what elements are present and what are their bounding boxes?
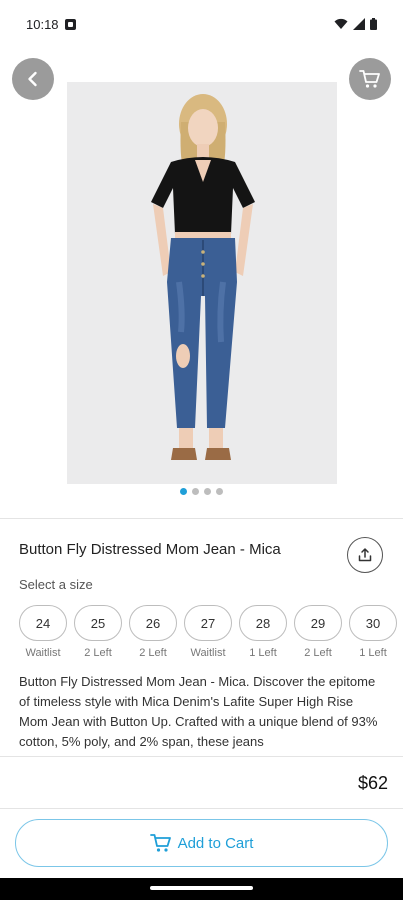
share-button[interactable] [347,537,383,573]
size-option: 25 2 Left [74,605,122,659]
status-left: 10:18 [26,17,76,32]
status-time: 10:18 [26,16,59,32]
carousel-dot[interactable] [204,488,211,495]
battery-icon [370,18,377,30]
system-nav-bar [0,878,403,900]
size-pill-27[interactable]: 27 [184,605,232,641]
size-availability: 1 Left [359,647,387,659]
carousel-dot[interactable] [216,488,223,495]
notification-icon [64,18,76,30]
wifi-icon [334,18,348,29]
product-photo[interactable] [67,82,337,484]
back-button[interactable] [12,58,54,100]
size-pill-25[interactable]: 25 [74,605,122,641]
status-bar: 10:18 [0,0,403,48]
size-availability: 2 Left [84,647,112,659]
size-availability: Waitlist [25,647,61,659]
home-handle[interactable] [150,886,253,890]
product-title: Button Fly Distressed Mom Jean - Mica [19,541,281,558]
size-pill-26[interactable]: 26 [129,605,177,641]
divider [0,518,403,519]
add-to-cart-label: Add to Cart [177,834,254,852]
size-option: 27 Waitlist [184,605,232,659]
header-cart-button[interactable] [349,58,391,100]
size-availability: 1 Left [249,647,277,659]
product-price: $62 [357,773,388,793]
size-option: 26 2 Left [129,605,177,659]
product-description: Button Fly Distressed Mom Jean - Mica. D… [19,674,378,749]
cart-icon [149,834,171,852]
price-row: $62 [0,756,403,808]
carousel-dot[interactable] [180,488,187,495]
size-option: 24 Waitlist [19,605,67,659]
size-pill-30[interactable]: 30 [349,605,397,641]
carousel-dot[interactable] [192,488,199,495]
size-option: 29 2 Left [294,605,342,659]
size-pill-28[interactable]: 28 [239,605,287,641]
share-icon [358,548,372,562]
chevron-left-icon [28,71,37,87]
model-illustration [67,82,337,484]
cart-icon [359,70,380,88]
size-label: Select a size [19,577,93,592]
size-availability: 2 Left [139,647,167,659]
divider [0,808,403,809]
size-pill-29[interactable]: 29 [294,605,342,641]
size-selector: 24 Waitlist 25 2 Left 26 2 Left 27 Waitl… [19,605,397,659]
status-right [334,18,377,30]
add-to-cart-button[interactable]: Add to Cart [15,819,388,867]
carousel-indicator [0,488,403,495]
size-option: 30 1 Left [349,605,397,659]
product-image-carousel[interactable] [0,48,403,518]
size-option: 28 1 Left [239,605,287,659]
signal-icon [353,18,365,30]
size-availability: 2 Left [304,647,332,659]
size-availability: Waitlist [190,647,226,659]
size-pill-24[interactable]: 24 [19,605,67,641]
product-details[interactable]: Button Fly Distressed Mom Jean - Mica Se… [0,520,403,756]
